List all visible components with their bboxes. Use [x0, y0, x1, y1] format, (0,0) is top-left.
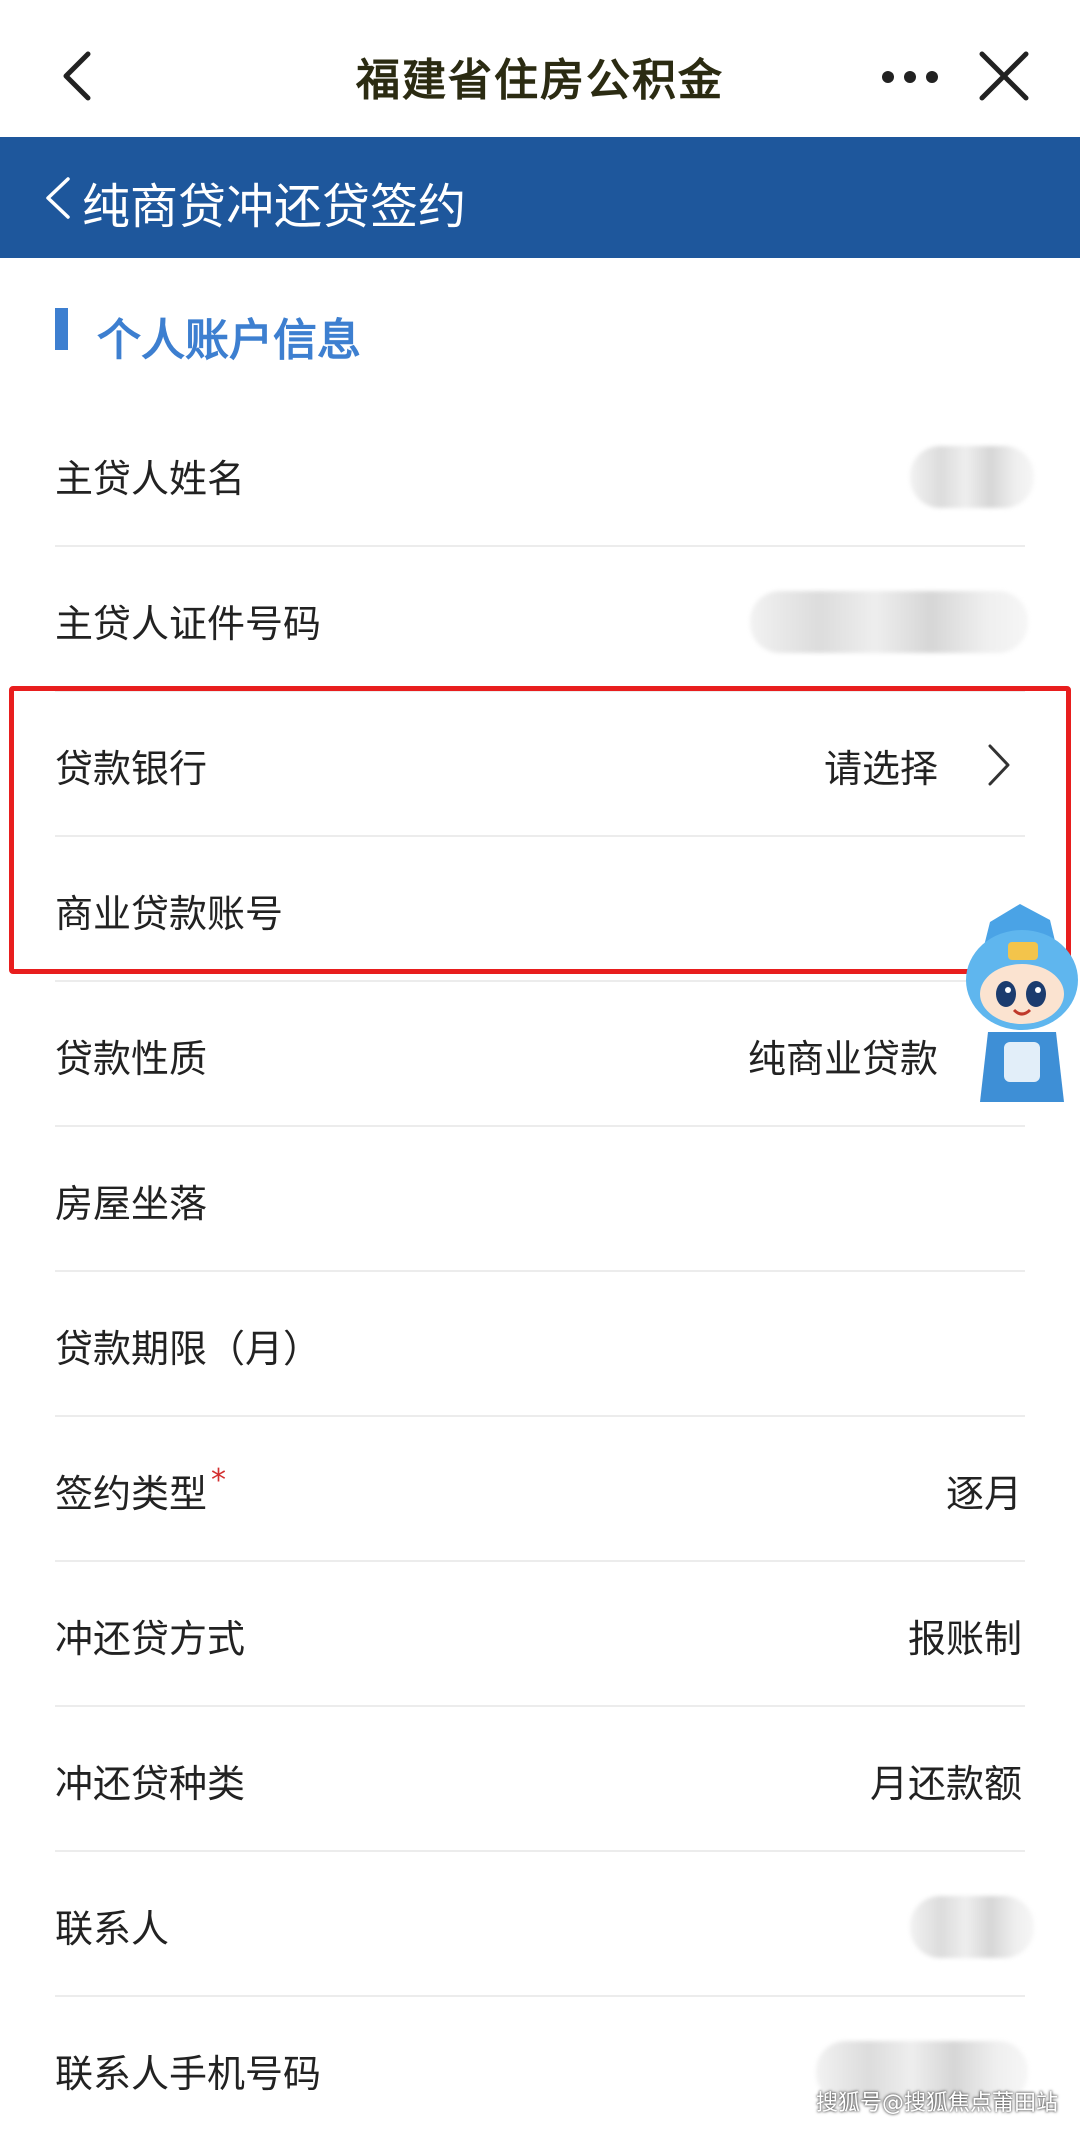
sign-type-row[interactable]: 签约类型* 逐月: [0, 1417, 1080, 1562]
close-icon[interactable]: [974, 46, 1034, 106]
sub-header-title: 纯商贷冲还贷签约: [82, 167, 466, 237]
repay-method-value[interactable]: 报账制: [908, 1608, 1022, 1663]
highlight-box: [9, 686, 1071, 974]
repay-method-row[interactable]: 冲还贷方式 报账制: [0, 1562, 1080, 1707]
repay-method-label: 冲还贷方式: [55, 1608, 245, 1663]
mascot-assistant-icon[interactable]: [960, 902, 1080, 1122]
borrower-name-row: 主贷人姓名: [0, 402, 1080, 547]
contact-row[interactable]: 联系人: [0, 1852, 1080, 1997]
loan-term-row[interactable]: 贷款期限（月）: [0, 1272, 1080, 1417]
borrower-name-label: 主贷人姓名: [55, 448, 245, 503]
house-location-row[interactable]: 房屋坐落: [0, 1127, 1080, 1272]
sub-header: 纯商贷冲还贷签约: [0, 137, 1080, 258]
watermark-text: 搜狐号@搜狐焦点莆田站: [816, 2085, 1058, 2117]
sign-type-label: 签约类型*: [55, 1463, 226, 1518]
house-location-label: 房屋坐落: [55, 1173, 207, 1228]
section-accent-bar: [55, 308, 68, 350]
more-dots-icon[interactable]: [880, 62, 940, 92]
sub-back-icon[interactable]: [40, 173, 76, 223]
required-marker: *: [211, 1463, 226, 1498]
contact-phone-row[interactable]: 联系人手机号码: [0, 1997, 1080, 2142]
repay-kind-value[interactable]: 月还款额: [870, 1753, 1022, 1808]
loan-nature-row[interactable]: 贷款性质 纯商业贷款: [0, 982, 1080, 1127]
loan-nature-label: 贷款性质: [55, 1028, 207, 1083]
app-top-bar: 福建省住房公积金: [0, 0, 1080, 137]
loan-nature-select[interactable]: 纯商业贷款: [748, 1028, 938, 1083]
borrower-name-value-blurred: [910, 446, 1034, 508]
sign-type-value[interactable]: 逐月: [946, 1463, 1022, 1518]
sign-type-label-text: 签约类型: [55, 1472, 207, 1516]
form-list: 主贷人姓名 主贷人证件号码 贷款银行 请选择 商业贷款账号 贷款性质 纯商业贷款…: [0, 402, 1080, 2142]
borrower-id-label: 主贷人证件号码: [55, 593, 321, 648]
section-title: 个人账户信息: [97, 304, 361, 368]
borrower-id-row: 主贷人证件号码: [0, 547, 1080, 692]
contact-value-blurred: [910, 1896, 1034, 1958]
repay-kind-label: 冲还贷种类: [55, 1753, 245, 1808]
loan-term-label: 贷款期限（月）: [55, 1318, 321, 1373]
borrower-id-value-blurred: [750, 591, 1028, 653]
repay-kind-row[interactable]: 冲还贷种类 月还款额: [0, 1707, 1080, 1852]
contact-phone-label: 联系人手机号码: [55, 2043, 321, 2098]
contact-label: 联系人: [55, 1898, 169, 1953]
